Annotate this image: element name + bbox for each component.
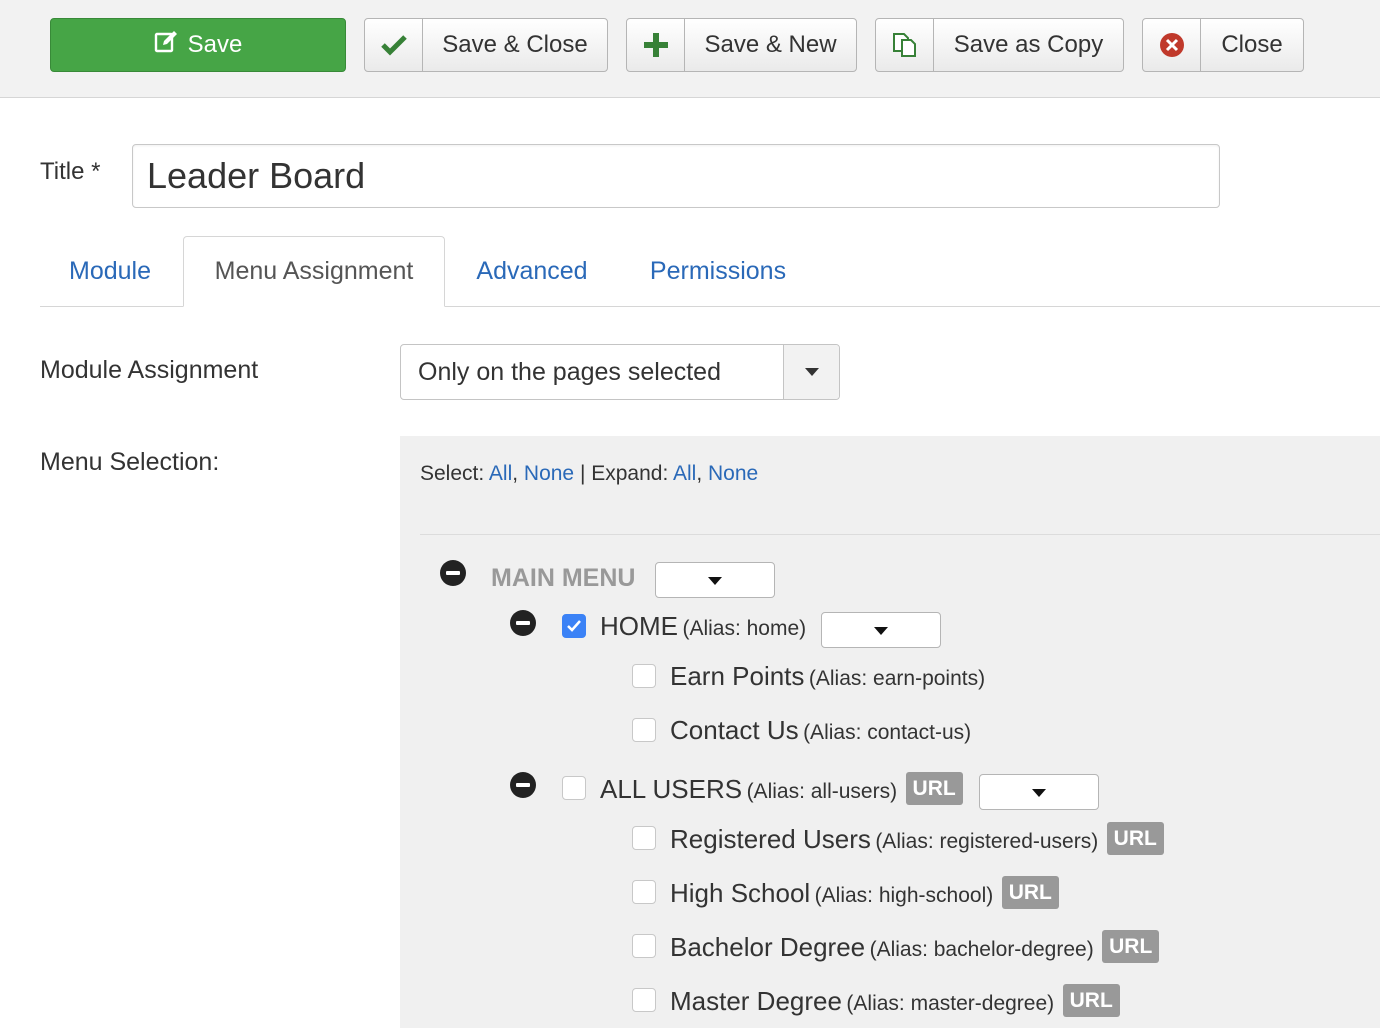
- url-badge: URL: [1062, 984, 1120, 1017]
- menu-item-alias: (Alias: master-degree): [846, 992, 1055, 1015]
- menu-item-home: HOME (Alias: home): [600, 611, 806, 642]
- close-label: Close: [1221, 31, 1283, 58]
- menu-item-alias: (Alias: home): [682, 617, 807, 640]
- close-button[interactable]: Close: [1142, 18, 1304, 72]
- select-label: Select:: [420, 462, 485, 485]
- collapse-home-icon[interactable]: [510, 610, 536, 636]
- save-new-label: Save & New: [704, 31, 837, 58]
- check-icon: [365, 19, 423, 71]
- select-none-link[interactable]: None: [524, 462, 574, 485]
- menu-item-name: Earn Points: [670, 661, 805, 691]
- home-checkbox[interactable]: [562, 614, 586, 638]
- menu-item-name: Contact Us: [670, 715, 799, 745]
- save-copy-label: Save as Copy: [953, 31, 1104, 58]
- menu-item-alias: (Alias: earn-points): [808, 667, 986, 690]
- collapse-all-users-icon[interactable]: [510, 772, 536, 798]
- close-icon: [1143, 19, 1201, 71]
- menu-item-name: Master Degree: [670, 986, 842, 1016]
- title-input[interactable]: [132, 144, 1220, 208]
- menu-item-all-users: ALL USERS (Alias: all-users) URL: [600, 772, 963, 805]
- contact-us-checkbox[interactable]: [632, 718, 656, 742]
- plus-icon: [627, 19, 685, 71]
- main-menu-title: MAIN MENU: [491, 564, 636, 592]
- menu-selection-panel: Select: All, None | Expand: All, None MA…: [400, 436, 1380, 1028]
- menu-item-registered-users: Registered Users (Alias: registered-user…: [670, 822, 1164, 855]
- menu-item-alias: (Alias: contact-us): [803, 721, 972, 744]
- save-copy-button[interactable]: Save as Copy: [875, 18, 1124, 72]
- collapse-main-menu-icon[interactable]: [440, 560, 466, 586]
- menu-item-alias: (Alias: all-users): [746, 780, 898, 803]
- panel-divider: [420, 534, 1380, 535]
- save-close-button[interactable]: Save & Close: [364, 18, 608, 72]
- all-users-dropdown[interactable]: [979, 774, 1099, 810]
- select-expand-controls: Select: All, None | Expand: All, None: [420, 462, 759, 485]
- menu-item-name: Bachelor Degree: [670, 932, 866, 962]
- main-menu-dropdown[interactable]: [655, 562, 775, 598]
- module-assignment-select[interactable]: Only on the pages selected: [400, 344, 840, 400]
- menu-item-name: HOME: [600, 611, 678, 641]
- menu-item-earn-points: Earn Points (Alias: earn-points): [670, 661, 985, 692]
- module-assignment-label: Module Assignment: [40, 356, 259, 384]
- edit-icon: [154, 30, 178, 61]
- save-button-label: Save: [187, 31, 243, 58]
- save-button[interactable]: Save: [50, 18, 346, 72]
- home-dropdown[interactable]: [821, 612, 941, 648]
- tab-menu-assignment[interactable]: Menu Assignment: [183, 236, 445, 307]
- checkmark-icon: [567, 620, 581, 632]
- tab-permissions[interactable]: Permissions: [628, 236, 808, 307]
- toolbar: Save Save & Close Save & New Save as Cop…: [0, 0, 1380, 98]
- expand-none-link[interactable]: None: [708, 462, 758, 485]
- menu-item-bachelor-degree: Bachelor Degree (Alias: bachelor-degree)…: [670, 930, 1160, 963]
- select-all-link[interactable]: All: [489, 462, 512, 485]
- save-new-button[interactable]: Save & New: [626, 18, 857, 72]
- url-badge: URL: [1102, 930, 1160, 963]
- menu-item-name: Registered Users: [670, 824, 871, 854]
- url-badge: URL: [905, 772, 963, 805]
- menu-item-high-school: High School (Alias: high-school) URL: [670, 876, 1059, 909]
- menu-selection-label: Menu Selection:: [40, 448, 220, 476]
- earn-points-checkbox[interactable]: [632, 664, 656, 688]
- title-label: Title *: [40, 158, 101, 185]
- expand-label: Expand:: [591, 462, 669, 485]
- high-school-checkbox[interactable]: [632, 880, 656, 904]
- save-close-label: Save & Close: [442, 31, 588, 58]
- menu-item-name: High School: [670, 878, 811, 908]
- menu-item-name: ALL USERS: [600, 774, 743, 804]
- menu-item-alias: (Alias: registered-users): [875, 830, 1099, 853]
- module-assignment-value: Only on the pages selected: [418, 357, 721, 386]
- registered-users-checkbox[interactable]: [632, 826, 656, 850]
- master-degree-checkbox[interactable]: [632, 988, 656, 1012]
- chevron-down-icon: [783, 345, 839, 399]
- menu-item-alias: (Alias: bachelor-degree): [869, 938, 1094, 961]
- url-badge: URL: [1001, 876, 1059, 909]
- tab-advanced[interactable]: Advanced: [454, 236, 610, 307]
- all-users-checkbox[interactable]: [562, 776, 586, 800]
- menu-item-alias: (Alias: high-school): [814, 884, 994, 907]
- tab-module[interactable]: Module: [40, 236, 180, 307]
- menu-item-master-degree: Master Degree (Alias: master-degree) URL: [670, 984, 1120, 1017]
- bachelor-degree-checkbox[interactable]: [632, 934, 656, 958]
- expand-all-link[interactable]: All: [673, 462, 696, 485]
- url-badge: URL: [1106, 822, 1164, 855]
- copy-icon: [876, 19, 934, 71]
- menu-item-contact-us: Contact Us (Alias: contact-us): [670, 715, 971, 746]
